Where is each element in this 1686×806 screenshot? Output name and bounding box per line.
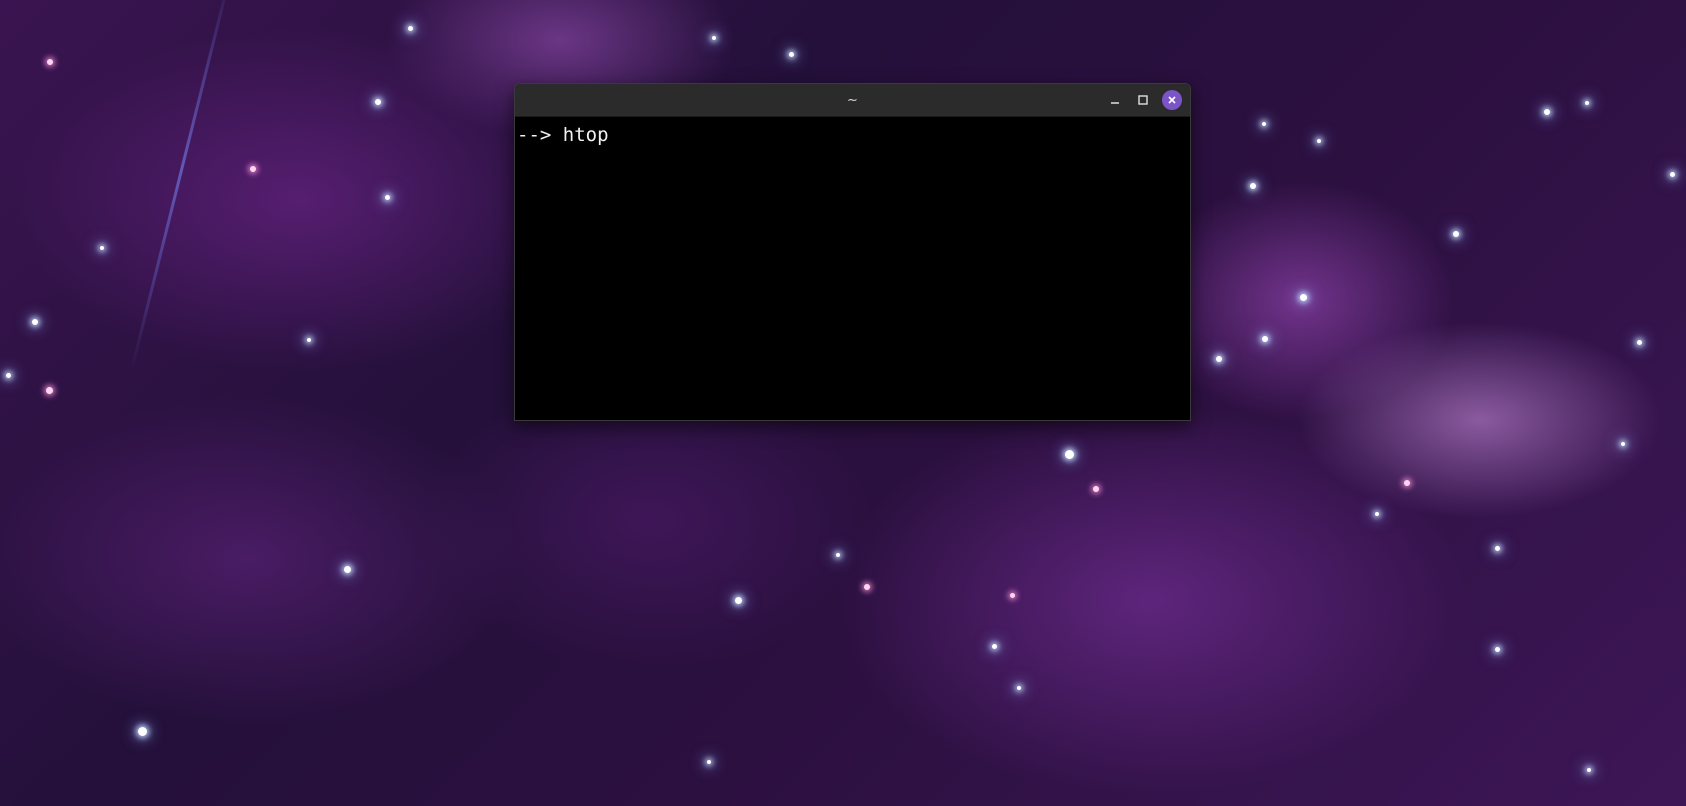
star (1544, 109, 1550, 115)
star (1453, 231, 1459, 237)
star (712, 36, 716, 40)
star (1010, 593, 1015, 598)
close-icon (1167, 95, 1177, 105)
minimize-icon (1109, 94, 1121, 106)
star (707, 760, 711, 764)
star (864, 584, 870, 590)
maximize-button[interactable] (1134, 91, 1152, 109)
close-button[interactable] (1162, 90, 1182, 110)
window-title: ~ (847, 92, 858, 108)
star (1495, 647, 1500, 652)
star (836, 553, 840, 557)
star (6, 373, 11, 378)
terminal-command: htop (562, 124, 609, 146)
star (100, 246, 104, 250)
star (992, 644, 997, 649)
star (307, 338, 311, 342)
star (1587, 768, 1591, 772)
star (1670, 172, 1675, 177)
window-controls (1106, 84, 1182, 116)
star (1375, 512, 1379, 516)
terminal-window[interactable]: ~ --> htop (514, 83, 1191, 421)
window-titlebar[interactable]: ~ (515, 84, 1190, 117)
star (47, 59, 53, 65)
star (1262, 336, 1268, 342)
star (1250, 183, 1256, 189)
star (1300, 294, 1307, 301)
star (1065, 450, 1074, 459)
nebula-streak (129, 0, 234, 375)
star (1495, 546, 1500, 551)
star (46, 387, 53, 394)
star (1585, 101, 1589, 105)
star (1404, 480, 1410, 486)
star (1621, 442, 1625, 446)
terminal-prompt: --> (517, 124, 552, 146)
star (1093, 486, 1099, 492)
star (385, 195, 390, 200)
terminal-output[interactable]: --> htop (515, 117, 1190, 420)
star (1262, 122, 1266, 126)
star (408, 26, 413, 31)
maximize-icon (1137, 94, 1149, 106)
star (138, 727, 147, 736)
minimize-button[interactable] (1106, 91, 1124, 109)
star (250, 166, 256, 172)
star (1216, 356, 1222, 362)
star (1317, 139, 1321, 143)
star (344, 566, 351, 573)
star (1637, 340, 1642, 345)
star (375, 99, 381, 105)
star (735, 597, 742, 604)
star (32, 319, 38, 325)
star (1017, 686, 1021, 690)
star (789, 52, 794, 57)
